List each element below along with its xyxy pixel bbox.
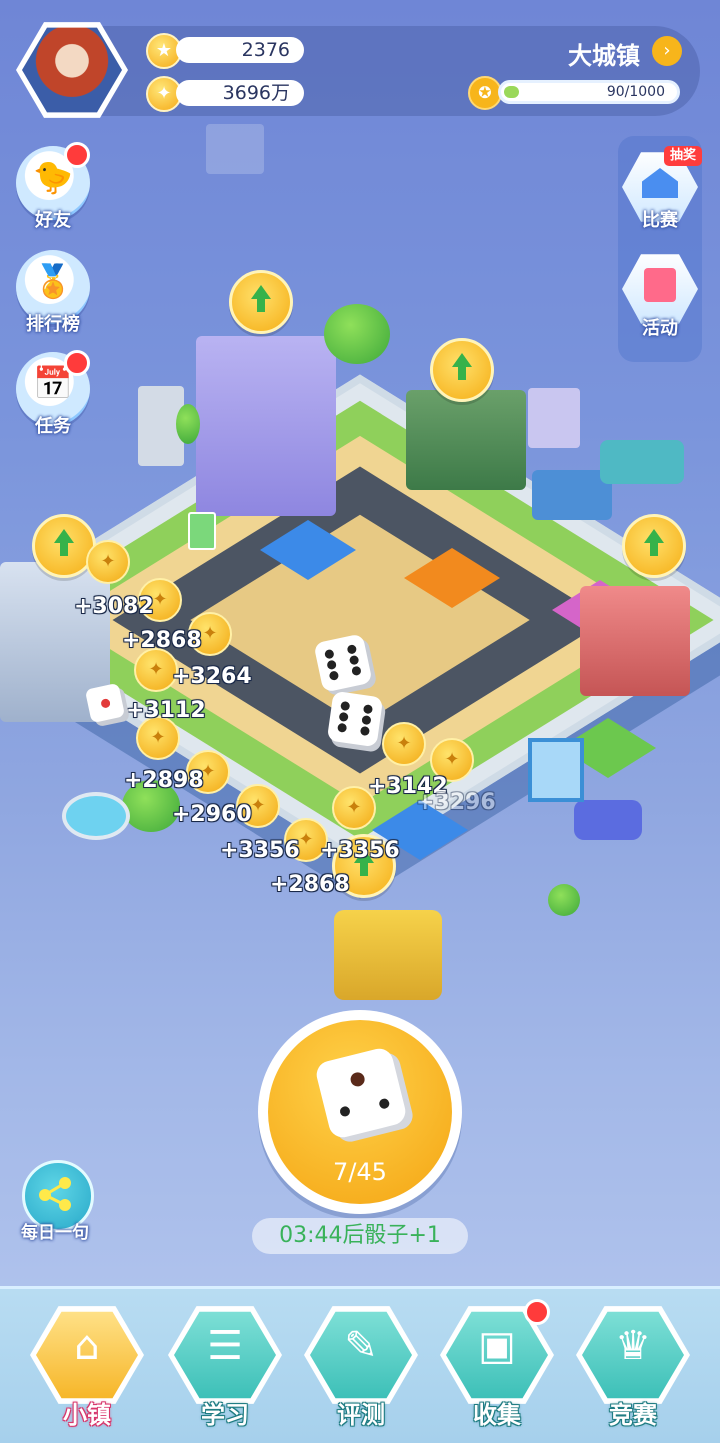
roll-dice-face: 7/45: [268, 1020, 452, 1204]
tree: [324, 304, 390, 364]
events-label: 活动: [642, 318, 678, 339]
collect-notification-dot: [524, 1299, 550, 1325]
parked-car: [574, 800, 642, 840]
coin-reward-text: +2898: [124, 768, 204, 793]
coin-icon: [382, 722, 426, 766]
die-icon: [313, 1045, 409, 1141]
tree: [548, 884, 580, 916]
gift-icon: [644, 268, 676, 302]
level-progress-fill: [504, 86, 520, 98]
upgrade-arrow-icon[interactable]: [430, 338, 494, 402]
coin-reward-text: +3356: [320, 838, 400, 863]
level-progress-bar: 90/1000: [498, 80, 680, 104]
coin-reward-text: +2868: [270, 872, 350, 897]
nav-tab-label: 竞赛: [609, 1401, 657, 1429]
contest-label: 比赛: [642, 210, 678, 231]
hospital-building[interactable]: [580, 586, 690, 696]
upgrade-arrow-icon[interactable]: [229, 270, 293, 334]
building-watermark-icon: [206, 124, 264, 174]
house-icon: ⌂: [74, 1323, 100, 1369]
nav-tab-assessment[interactable]: ✎ 评测: [300, 1299, 422, 1429]
small-tower: [528, 388, 580, 448]
friends-notification-dot: [64, 142, 90, 168]
star-count: 2376: [176, 37, 304, 63]
nav-tab-label: 评测: [337, 1401, 385, 1429]
dice-refill-timer: 03:44后骰子+1: [252, 1218, 468, 1254]
nav-tab-label: 学习: [201, 1401, 249, 1429]
roll-dice-button[interactable]: 7/45: [258, 1010, 462, 1214]
box-icon: ▣: [478, 1323, 516, 1369]
nav-tab-town[interactable]: ⌂ 小镇: [26, 1299, 148, 1429]
cash-icon: [188, 512, 216, 550]
die-icon: [326, 690, 384, 748]
leaderboard-label: 排行榜: [26, 314, 80, 335]
player-token-die: [84, 682, 126, 724]
friends-label: 好友: [35, 210, 71, 231]
billboard: [528, 738, 584, 802]
bus-stop-shelter: [600, 440, 684, 484]
trophy-icon: ♛: [615, 1323, 651, 1369]
nav-tab-study[interactable]: ☰ 学习: [164, 1299, 286, 1429]
fountain: [62, 792, 130, 840]
daily-quote-label: 每日一句: [21, 1223, 89, 1243]
books-icon: ☰: [207, 1323, 243, 1369]
coin-icon: [86, 540, 130, 584]
share-icon: [39, 1177, 71, 1211]
upgrade-arrow-icon[interactable]: [622, 514, 686, 578]
coin-count: 3696万: [176, 80, 304, 106]
nav-tab-label: 小镇: [63, 1401, 111, 1429]
avatar-image: [22, 27, 122, 113]
coin-reward-text: +2868: [122, 628, 202, 653]
coin-reward-text: +3112: [126, 698, 206, 723]
tree: [176, 404, 200, 444]
tasks-label: 任务: [35, 416, 71, 437]
die-icon: [313, 633, 373, 693]
school-bus: [334, 910, 442, 1000]
level-progress-text: 90/1000: [606, 84, 665, 100]
school-building[interactable]: [196, 336, 336, 516]
bookstore-building[interactable]: [406, 390, 526, 490]
house-icon: [642, 168, 678, 198]
coin-reward-text: +2960: [172, 802, 252, 827]
tasks-notification-dot: [64, 350, 90, 376]
dice-count: 7/45: [333, 1158, 387, 1186]
lottery-badge: 抽奖: [664, 146, 703, 166]
nav-tab-label: 收集: [473, 1401, 521, 1429]
nav-tab-competition[interactable]: ♛ 竞赛: [572, 1299, 694, 1429]
coin-reward-text: +3296: [416, 790, 496, 815]
chevron-right-icon[interactable]: ›: [652, 36, 682, 66]
coin-reward-text: +3264: [172, 664, 252, 689]
coin-reward-text: +3356: [220, 838, 300, 863]
bottom-navigation: ⌂ 小镇 ☰ 学习 ✎ 评测 ▣ 收集 ♛ 竞赛: [0, 1286, 720, 1443]
checklist-icon: ✎: [344, 1323, 378, 1369]
medal-icon: ✪: [468, 76, 502, 110]
podium-icon: 🏅: [33, 262, 73, 300]
coin-reward-text: +3082: [74, 594, 154, 619]
town-name[interactable]: 大城镇: [568, 36, 640, 71]
